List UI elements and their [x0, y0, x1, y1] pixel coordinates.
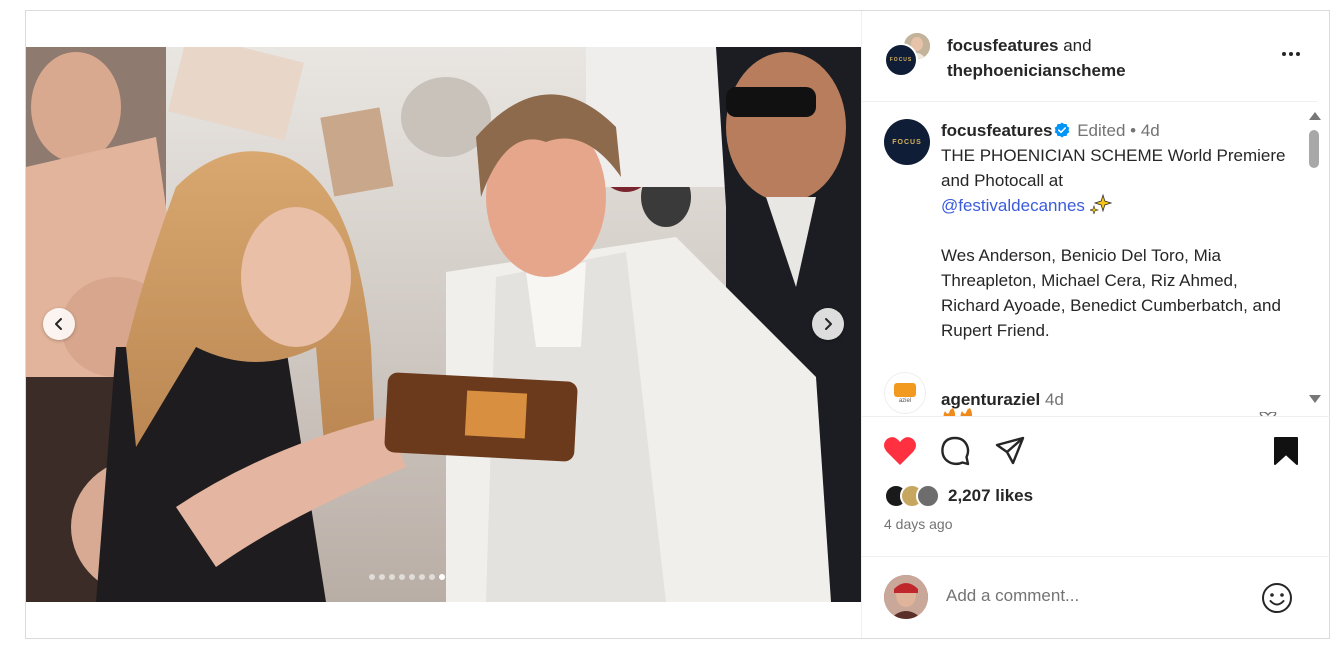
meta-separator: • [1130, 121, 1137, 140]
slide-dot [369, 574, 375, 580]
post-media[interactable] [26, 47, 861, 602]
share-button[interactable] [990, 431, 1030, 471]
slide-dot [419, 574, 425, 580]
slide-dot [389, 574, 395, 580]
author-link-focusfeatures[interactable]: focusfeatures [947, 36, 1058, 55]
fire-emoji-icon [943, 408, 972, 416]
post-caption: focusfeatures Edited • 4d THE PHOENICIAN… [941, 118, 1291, 343]
comment-button[interactable] [935, 431, 975, 471]
scroll-down-arrow-icon[interactable] [1309, 395, 1321, 403]
caption-line1: THE PHOENICIAN SCHEME World Premiere and… [941, 146, 1286, 190]
slide-dot [399, 574, 405, 580]
next-slide-button[interactable] [812, 308, 844, 340]
post-card: FOCUS focusfeatures and thephoeniciansch… [25, 10, 1330, 639]
previous-slide-button[interactable] [43, 308, 75, 340]
post-photo [26, 47, 861, 602]
slide-indicator [369, 574, 445, 580]
more-options-button[interactable] [1276, 44, 1306, 64]
avatar-logo-text: FOCUS [889, 57, 913, 63]
agentura-logo-icon [894, 382, 916, 397]
and-text: and [1063, 36, 1092, 55]
comment-username[interactable]: agenturaziel [941, 390, 1040, 409]
sparkles-emoji-icon [1089, 194, 1112, 214]
share-icon [995, 436, 1025, 465]
comment-age[interactable]: 4d [1045, 390, 1064, 409]
chevron-left-icon [55, 318, 62, 330]
collab-avatars[interactable]: FOCUS [884, 31, 934, 81]
edited-label: Edited [1077, 121, 1126, 140]
post-header: FOCUS focusfeatures and thephoeniciansch… [862, 11, 1330, 101]
author-link-thephoenicianscheme[interactable]: thephoenicianscheme [947, 61, 1126, 80]
slide-dot [379, 574, 385, 580]
likes-count[interactable]: 2,207 likes [948, 486, 1033, 506]
post-timestamp[interactable]: 4 days ago [884, 516, 953, 532]
bookmark-icon [1274, 437, 1298, 465]
caption-age[interactable]: 4d [1141, 121, 1160, 140]
comments-scrollbar[interactable] [1306, 108, 1322, 408]
slide-dot-active [439, 574, 445, 580]
commenter-avatar-text: aziel [898, 397, 912, 404]
comment-icon [941, 436, 970, 466]
post-authors: focusfeatures and thephoenicianscheme [947, 33, 1126, 83]
mention-link[interactable]: @festivaldecannes [941, 196, 1085, 215]
emoji-icon[interactable] [1260, 581, 1294, 615]
liker-avatar [916, 484, 940, 508]
like-button[interactable] [880, 431, 920, 471]
heart-icon [884, 437, 916, 465]
slide-dot [409, 574, 415, 580]
post-side-panel: FOCUS focusfeatures and thephoeniciansch… [861, 11, 1330, 638]
caption-names: Wes Anderson, Benicio Del Toro, Mia Thre… [941, 246, 1281, 340]
comments-section[interactable]: FOCUS focusfeatures Edited • 4d THE PHOE… [862, 102, 1330, 416]
more-icon [1282, 52, 1286, 56]
likes-row[interactable]: 2,207 likes [884, 481, 1033, 511]
save-button[interactable] [1266, 431, 1306, 471]
more-icon [1296, 52, 1300, 56]
add-comment-input[interactable] [946, 586, 1246, 606]
action-bar [862, 431, 1330, 471]
slide-dot [429, 574, 435, 580]
avatar-focusfeatures[interactable]: FOCUS [884, 43, 918, 77]
scrollbar-thumb[interactable] [1309, 130, 1319, 168]
chevron-right-icon [825, 318, 832, 330]
caption-username[interactable]: focusfeatures [941, 121, 1052, 140]
scroll-up-arrow-icon[interactable] [1309, 112, 1321, 120]
current-user-avatar [884, 575, 928, 619]
verified-badge-icon [1055, 122, 1070, 138]
more-icon [1289, 52, 1293, 56]
avatar-image [884, 575, 928, 619]
caption-avatar[interactable]: FOCUS [884, 119, 930, 165]
avatar-logo-text: FOCUS [892, 138, 922, 146]
add-comment-row [862, 557, 1330, 638]
commenter-avatar[interactable]: aziel [884, 372, 926, 414]
actions-divider [862, 416, 1330, 417]
